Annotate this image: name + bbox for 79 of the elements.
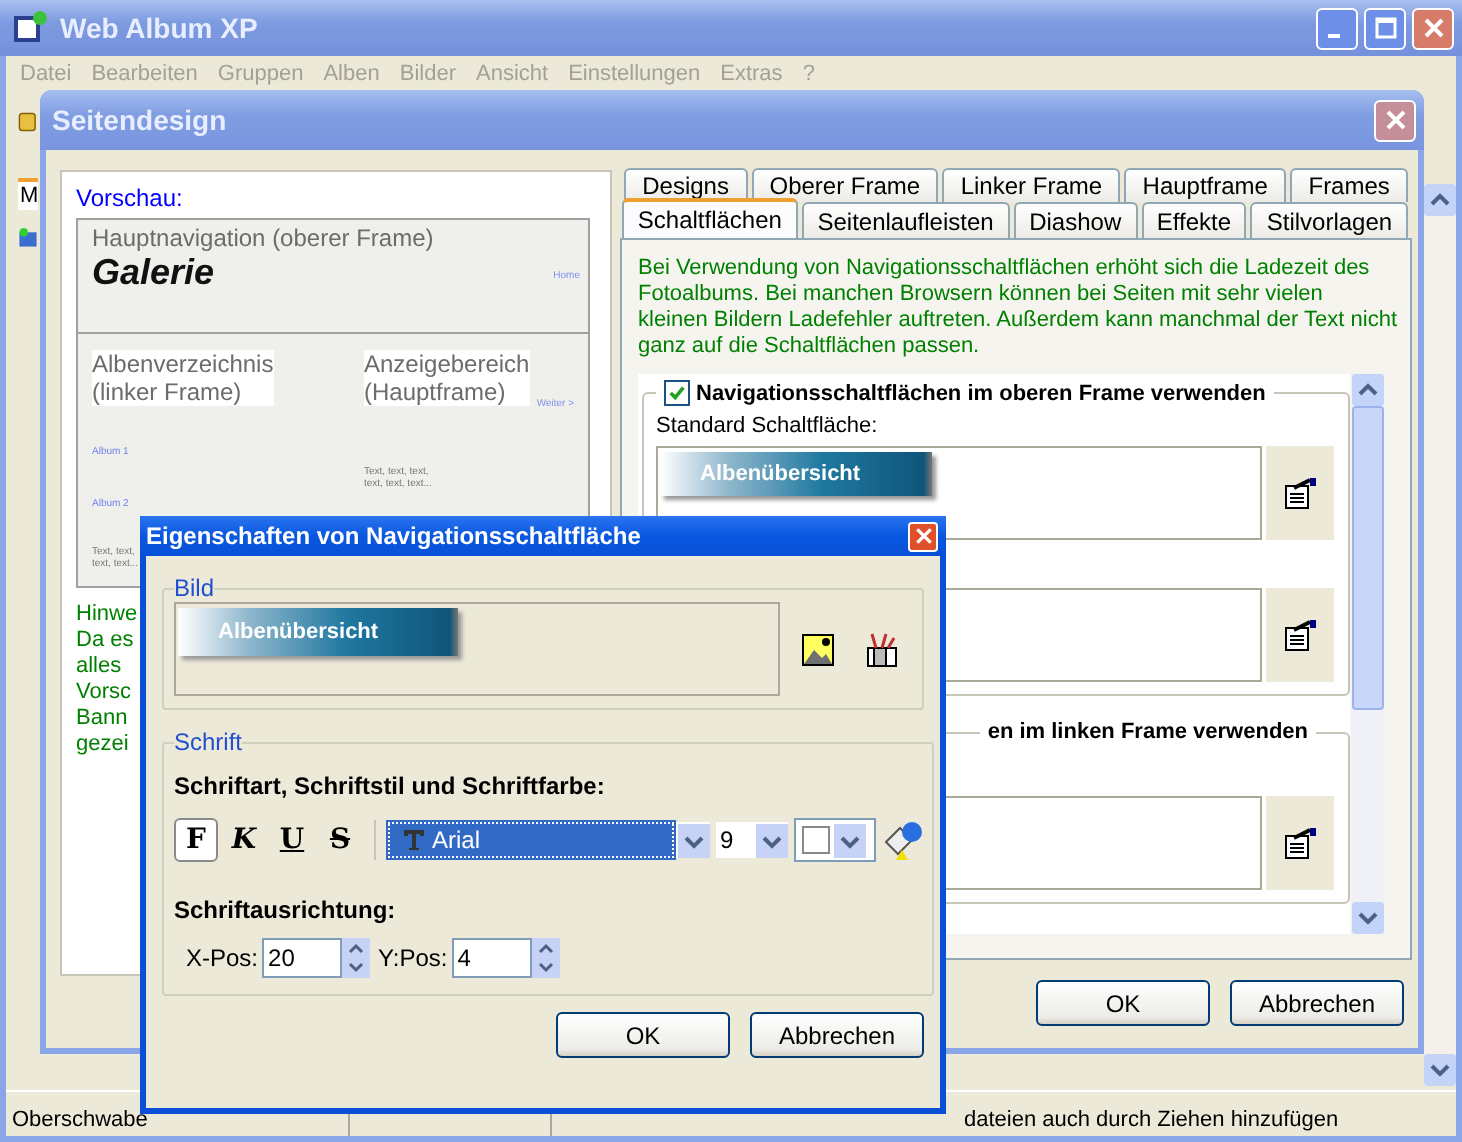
tab[interactable]: Stilvorlagen	[1250, 202, 1408, 238]
group-label: Bild	[174, 574, 215, 602]
hint-text: alles	[76, 654, 122, 680]
scrollbar[interactable]	[1352, 374, 1384, 934]
font-icon	[402, 828, 426, 852]
font-dropdown[interactable]: Arial	[388, 822, 710, 858]
number-field[interactable]: 20	[262, 938, 343, 978]
close-button[interactable]	[908, 521, 938, 551]
font-style-button[interactable]: S	[318, 818, 362, 862]
dialog-title: Seitendesign	[52, 104, 227, 136]
properties-button[interactable]	[1266, 446, 1334, 540]
properties-button[interactable]	[1266, 588, 1334, 682]
spinner-arrows-icon[interactable]	[531, 938, 560, 978]
font-style-button[interactable]: K	[222, 818, 266, 862]
minimize-button[interactable]	[1316, 7, 1358, 49]
tab[interactable]: Schaltflächen	[622, 198, 798, 238]
properties-icon	[1282, 475, 1318, 511]
ok-button[interactable]: OK	[1036, 980, 1210, 1026]
info-text: Bei Verwendung von Navigationsschaltflächen erhöht sich die Ladezeit des Fotoalbums. Bei manchen Browsern können bei Seiten mit sehr vielen kleinen Bildern Ladefehler auftreten. Außerdem kann manchmal der Text nicht ganz auf die Schaltflächen passen.	[638, 256, 1398, 360]
tab[interactable]: M	[18, 178, 39, 210]
field-label: Standard Schaltfläche:	[656, 414, 880, 438]
window-title: Web Album XP	[60, 12, 260, 44]
scrollbar[interactable]	[1424, 184, 1456, 1086]
ok-button[interactable]: OK	[556, 1012, 730, 1058]
hint-text: Da es	[76, 628, 134, 654]
status-text: Oberschwabe	[12, 1108, 148, 1132]
properties-icon	[1282, 825, 1318, 861]
close-icon	[913, 526, 933, 546]
close-button[interactable]	[1374, 99, 1416, 141]
paint-bucket-icon[interactable]	[880, 818, 924, 862]
hint-text: Hinwe	[76, 602, 138, 628]
properties-icon	[1282, 617, 1318, 653]
dialog-title: Eigenschaften von Navigationsschaltfläche	[146, 522, 641, 550]
preview-label: Vorschau:	[76, 184, 185, 212]
app-icon	[12, 10, 48, 46]
group-label: Schrift	[174, 728, 243, 756]
close-icon	[1383, 108, 1407, 132]
scroll-down-icon[interactable]	[1424, 1054, 1456, 1086]
field-label: Y:Pos:	[378, 944, 448, 972]
close-icon	[1421, 16, 1445, 40]
close-button[interactable]	[1412, 7, 1454, 49]
field-label: X-Pos:	[186, 944, 259, 972]
tab[interactable]: Linker Frame	[942, 168, 1121, 202]
minimize-icon	[1328, 33, 1340, 37]
section-label: en im linken Frame verwenden	[987, 720, 1308, 744]
cancel-button[interactable]: Abbrechen	[1230, 980, 1404, 1026]
tab[interactable]: Hauptframe	[1124, 168, 1287, 202]
paint-tools-icon[interactable]	[864, 631, 900, 667]
scroll-up-icon[interactable]	[1424, 184, 1456, 216]
hint-text: Vorsc	[76, 680, 132, 706]
frame-label: Albenverzeichnis (linker Frame)	[92, 350, 274, 406]
size-dropdown[interactable]: 9	[716, 822, 788, 858]
hint-text: Bann	[76, 706, 128, 732]
maximize-button[interactable]	[1364, 7, 1406, 49]
tab[interactable]: Diashow	[1013, 202, 1138, 238]
hint-text: gezei	[76, 732, 129, 758]
frame-label: Anzeigebereich (Hauptframe)	[364, 350, 530, 406]
gallery-title: Galerie	[92, 252, 215, 294]
properties-button[interactable]	[1266, 796, 1334, 890]
font-style-button[interactable]: F	[174, 818, 218, 862]
spinner-arrows-icon[interactable]	[342, 938, 371, 978]
image-icon[interactable]	[802, 633, 834, 665]
section-label: Schriftart, Schriftstil und Schriftfarbe:	[174, 772, 607, 800]
status-text: dateien auch durch Ziehen hinzufügen	[964, 1108, 1339, 1132]
maximize-icon	[1373, 16, 1397, 40]
tab[interactable]: Seitenlaufleisten	[801, 202, 1010, 238]
color-dropdown[interactable]	[794, 818, 876, 862]
cancel-button[interactable]: Abbrechen	[750, 1012, 924, 1058]
section-label: Schriftausrichtung:	[174, 896, 398, 924]
tab[interactable]: Frames	[1290, 168, 1409, 202]
checkbox[interactable]	[664, 380, 690, 406]
number-field[interactable]: 4	[451, 938, 532, 978]
section-label: Navigationsschaltflächen im oberen Frame verwenden	[696, 381, 1266, 405]
tab[interactable]: Effekte	[1141, 202, 1247, 238]
scroll-up-icon[interactable]	[1352, 374, 1384, 406]
frame-label: Hauptnavigation (oberer Frame)	[92, 224, 436, 252]
font-style-button[interactable]: U	[270, 818, 314, 862]
scroll-down-icon[interactable]	[1352, 902, 1384, 934]
tab[interactable]: Oberer Frame	[751, 168, 939, 202]
